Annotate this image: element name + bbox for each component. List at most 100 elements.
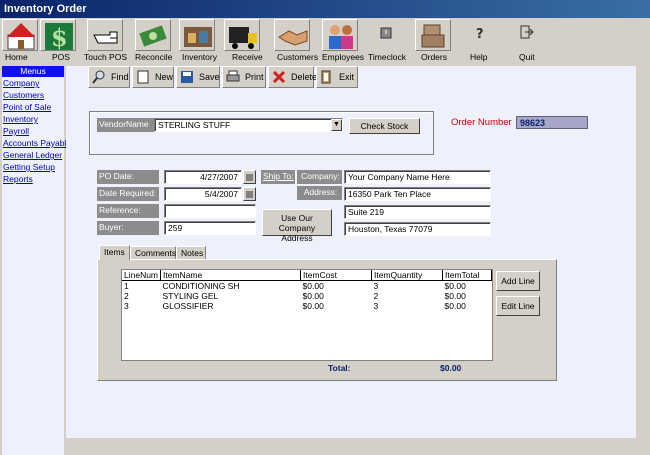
- ship-address2-field[interactable]: Suite 219: [344, 205, 491, 219]
- cell-linenum: 1: [124, 281, 129, 291]
- exit-button[interactable]: Exit: [316, 66, 358, 88]
- help-label: Help: [470, 52, 488, 62]
- cell-itemname: CONDITIONING SH: [162, 281, 240, 291]
- exit-door-icon: [520, 25, 534, 39]
- ship-address1-field[interactable]: 16350 Park Ten Place: [344, 187, 491, 201]
- menu-item-getting-setup[interactable]: Getting Setup: [2, 161, 64, 173]
- reference-label: Reference:: [97, 204, 159, 218]
- ship-address3-field[interactable]: Houston, Texas 77079: [344, 222, 491, 236]
- delete-x-icon: [272, 70, 286, 84]
- save-button[interactable]: Save: [176, 66, 220, 88]
- receive-button[interactable]: [224, 19, 260, 51]
- touch-pos-button[interactable]: [87, 19, 123, 51]
- vendor-name-value: STERLING STUFF: [158, 120, 231, 130]
- print-button[interactable]: Print: [222, 66, 266, 88]
- pos-button[interactable]: $: [40, 19, 76, 51]
- menus-header: Menus: [2, 66, 64, 77]
- cell-itemcost: $0.00: [302, 281, 324, 291]
- col-itemquantity: ItemQuantity: [371, 270, 444, 281]
- customers-button[interactable]: [274, 19, 310, 51]
- use-company-address-button[interactable]: Use Our Company Address: [262, 209, 332, 243]
- order-number-label: Order Number: [451, 117, 512, 128]
- menu-item-customers[interactable]: Customers: [2, 89, 64, 101]
- menu-item-point-of-sale[interactable]: Point of Sale: [2, 101, 64, 113]
- right-border: [636, 66, 650, 455]
- cell-itemcost: $0.00: [302, 301, 324, 311]
- boxes-icon: [421, 24, 445, 48]
- menu-item-reports[interactable]: Reports: [2, 173, 64, 185]
- people-icon: [329, 25, 353, 49]
- col-itemname: ItemName: [160, 270, 302, 281]
- clock-icon: [380, 27, 392, 39]
- exit-icon: [321, 70, 331, 84]
- reference-field[interactable]: [164, 204, 256, 218]
- date-required-picker-button[interactable]: [243, 187, 256, 201]
- cell-itemtotal: $0.00: [444, 291, 466, 301]
- vendor-dropdown-button[interactable]: ▼: [331, 119, 342, 131]
- tab-comments[interactable]: Comments: [130, 246, 176, 260]
- items-grid[interactable]: LineNum ItemName ItemCost ItemQuantity I…: [121, 269, 493, 361]
- po-date-field[interactable]: 4/27/2007: [164, 170, 242, 184]
- new-button[interactable]: New: [132, 66, 174, 88]
- vendor-name-select[interactable]: STERLING STUFF: [154, 118, 343, 132]
- table-row[interactable]: 1 CONDITIONING SH $0.00 3 $0.00: [122, 281, 492, 292]
- handshake-icon: [278, 30, 308, 46]
- col-itemtotal: ItemTotal: [442, 270, 492, 281]
- edit-line-button[interactable]: Edit Line: [496, 296, 540, 316]
- inventory-label: Inventory: [182, 52, 217, 62]
- table-row[interactable]: 3 GLOSSIFIER $0.00 3 $0.00: [122, 301, 492, 311]
- buyer-label: Buyer:: [97, 221, 159, 235]
- truck-icon: [229, 27, 257, 49]
- employees-button[interactable]: [322, 19, 358, 51]
- cell-itemtotal: $0.00: [444, 281, 466, 291]
- ship-to-label: Ship To:: [261, 170, 295, 184]
- printer-icon: [226, 70, 240, 82]
- menu-item-accounts-payable[interactable]: Accounts Payable: [2, 137, 71, 149]
- quit-button[interactable]: [509, 19, 545, 51]
- total-value: $0.00: [440, 363, 462, 373]
- orders-button[interactable]: [415, 19, 451, 51]
- delete-button[interactable]: Delete: [268, 66, 317, 88]
- menu-item-payroll[interactable]: Payroll: [2, 125, 64, 137]
- cell-linenum: 3: [124, 301, 129, 311]
- employees-label: Employees: [322, 52, 365, 62]
- find-button[interactable]: Find: [88, 66, 130, 88]
- reconcile-button[interactable]: [135, 19, 171, 51]
- menu-item-company[interactable]: Company: [2, 77, 64, 89]
- warehouse-icon: [184, 27, 212, 47]
- cell-itemquantity: 2: [373, 291, 379, 301]
- calendar-icon: [246, 191, 253, 198]
- calendar-icon: [246, 174, 253, 181]
- home-button[interactable]: [2, 19, 38, 51]
- cell-itemquantity: 3: [373, 281, 379, 291]
- cell-itemquantity: 3: [373, 301, 379, 311]
- po-date-picker-button[interactable]: [243, 170, 256, 184]
- table-row[interactable]: 2 STYLING GEL $0.00 2 $0.00: [122, 291, 492, 301]
- tab-notes[interactable]: Notes: [176, 246, 206, 260]
- main-toolbar: Home $ POS Touch POS Reconcile Inventory…: [0, 18, 650, 64]
- col-linenum: LineNum: [122, 270, 162, 281]
- cell-itemcost: $0.00: [302, 291, 324, 301]
- buyer-field[interactable]: 259: [164, 221, 256, 235]
- hand-pointer-icon: [93, 31, 118, 44]
- find-label: Find: [111, 72, 129, 82]
- check-stock-button[interactable]: Check Stock: [349, 118, 420, 134]
- help-button[interactable]: ?: [462, 19, 498, 51]
- items-grid-header: LineNum ItemName ItemCost ItemQuantity I…: [122, 270, 492, 281]
- menu-item-general-ledger[interactable]: General Ledger: [2, 149, 64, 161]
- tab-items[interactable]: Items: [99, 245, 130, 260]
- pos-label: POS: [52, 52, 70, 62]
- menu-item-inventory[interactable]: Inventory: [2, 113, 64, 125]
- inventory-button[interactable]: [179, 19, 215, 51]
- exit-label: Exit: [339, 72, 355, 82]
- date-required-field[interactable]: 5/4/2007: [164, 187, 242, 201]
- add-line-button[interactable]: Add Line: [496, 271, 540, 291]
- company-label: Company:: [297, 170, 342, 184]
- po-date-label: PO Date:: [97, 170, 159, 184]
- cell-itemname: GLOSSIFIER: [162, 301, 214, 311]
- new-label: New: [155, 72, 174, 82]
- timeclock-button[interactable]: [367, 19, 401, 51]
- svg-text:?: ?: [476, 27, 484, 42]
- print-label: Print: [245, 72, 264, 82]
- ship-company-field[interactable]: Your Company Name Here: [344, 170, 491, 184]
